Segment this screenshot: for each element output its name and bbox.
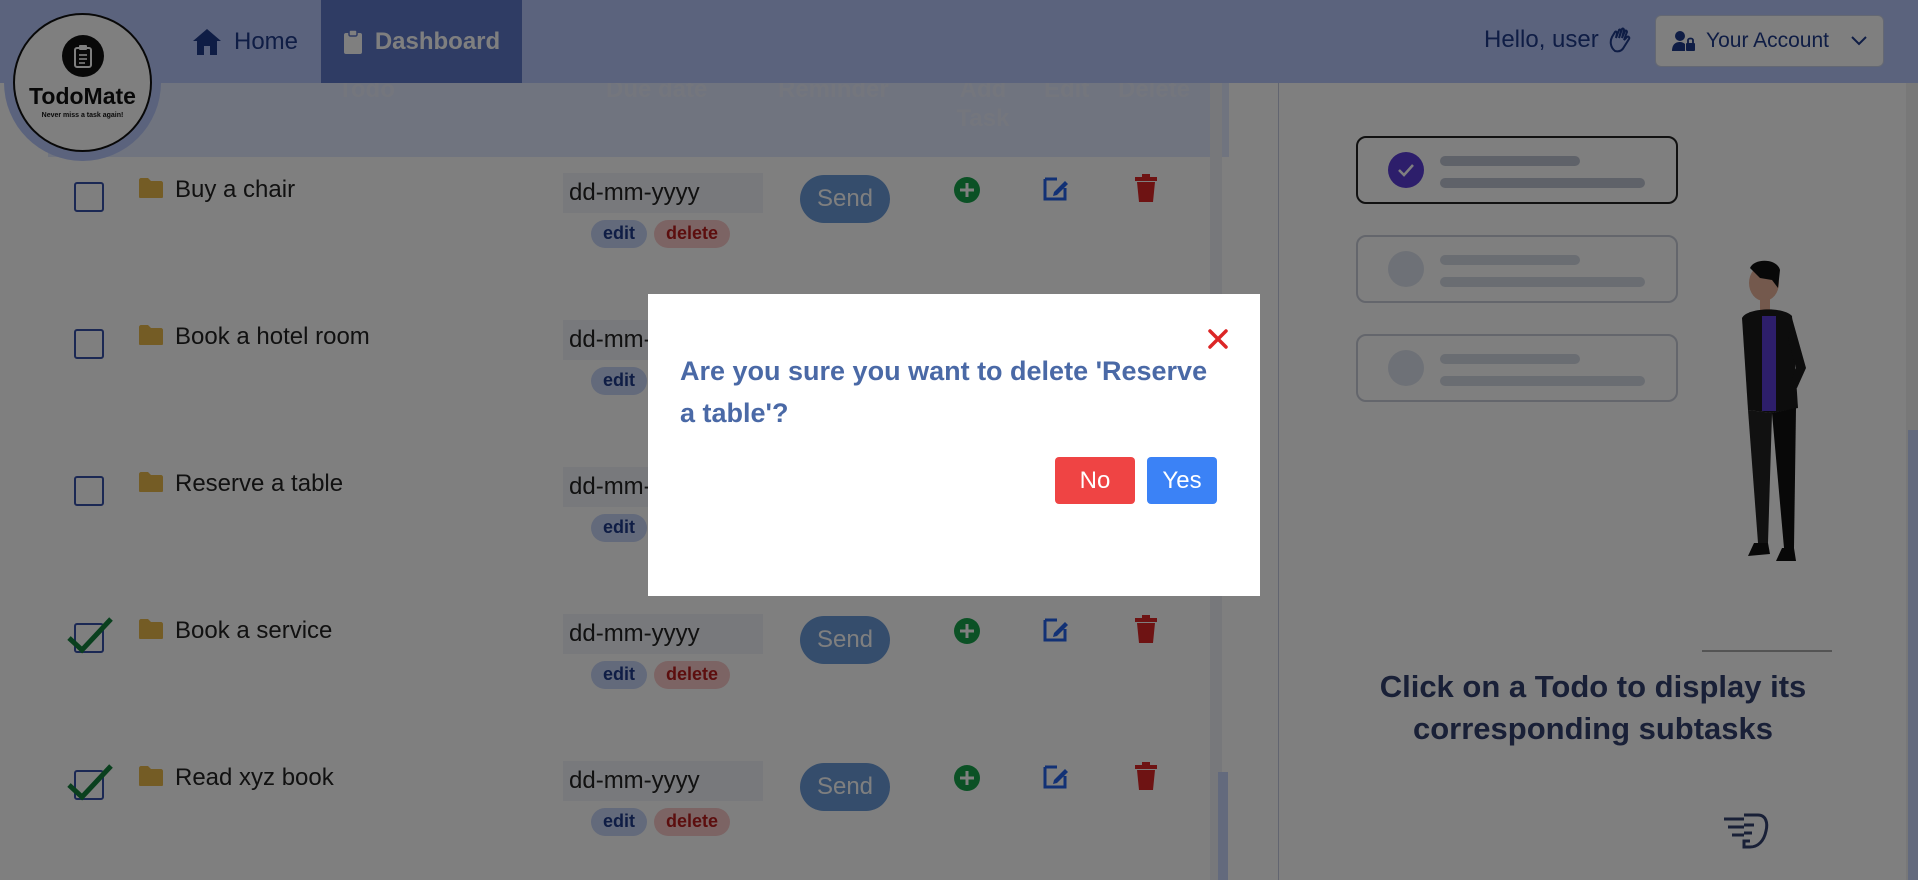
dialog-message: Are you sure you want to delete 'Reserve… [680,356,1208,428]
delete-confirm-dialog: Are you sure you want to delete 'Reserve… [648,294,1260,596]
yes-button[interactable]: Yes [1147,457,1217,504]
no-button[interactable]: No [1055,457,1135,504]
